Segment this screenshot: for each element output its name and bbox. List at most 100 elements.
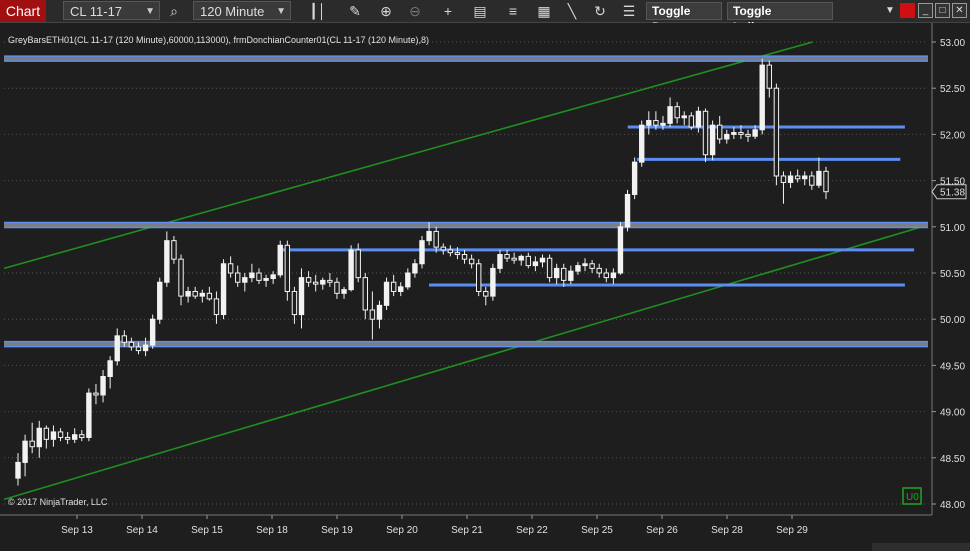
candle-body — [568, 270, 574, 281]
candle-body — [36, 427, 42, 448]
candle-body — [816, 170, 822, 186]
close-button[interactable]: ✕ — [952, 3, 967, 18]
candle-body — [100, 375, 106, 396]
candle-body — [93, 392, 99, 396]
candle-body — [603, 272, 609, 279]
drawing-tools-icon[interactable]: ╲ — [562, 1, 582, 21]
candle-body — [532, 261, 539, 267]
candle-body — [646, 120, 652, 126]
crosshair-icon[interactable]: + — [438, 1, 458, 21]
candle-body — [64, 436, 71, 440]
list-icon[interactable]: ☰ — [619, 1, 639, 21]
candle-body — [511, 257, 517, 261]
instrument-selector[interactable]: CL 11-17 ▼ — [63, 1, 160, 20]
copyright: © 2017 NinjaTrader, LLC — [8, 497, 108, 507]
zoom-in-icon[interactable]: ⊕ — [376, 1, 396, 21]
candle-body — [57, 431, 64, 438]
candle-body — [149, 318, 156, 346]
candle-body — [398, 286, 404, 292]
candle-body — [249, 272, 255, 279]
x-tick-label: Sep 19 — [321, 525, 353, 536]
y-tick-label: 49.50 — [940, 361, 965, 372]
chevron-down-icon: ▼ — [276, 6, 286, 17]
last-price-label: 51.38 — [940, 188, 965, 199]
candle-body — [589, 263, 595, 269]
candle-body — [206, 292, 213, 300]
candle-body — [752, 129, 758, 137]
candle-body — [320, 279, 326, 285]
candle-body — [426, 230, 432, 242]
chart-toolbar: Chart CL 11-17 ▼ ⌕ 120 Minute ▼ ┃│ ✎ ⊕ ⊖… — [0, 0, 970, 34]
candle-body — [256, 272, 262, 281]
search-icon[interactable]: ⌕ — [164, 1, 184, 21]
candle-body — [298, 277, 305, 316]
x-tick-label: Sep 18 — [256, 525, 288, 536]
x-tick-label: Sep 13 — [61, 525, 93, 536]
x-tick-label: Sep 21 — [451, 525, 483, 536]
candle-body — [794, 175, 801, 180]
chevron-down-icon: ▼ — [145, 6, 155, 17]
candle-body — [291, 290, 298, 316]
candle-body — [653, 120, 659, 126]
candle-body — [270, 274, 276, 280]
color-swatch[interactable] — [900, 3, 915, 18]
candle-body — [802, 175, 808, 180]
instrument-value: CL 11-17 — [70, 4, 123, 19]
candle-body — [327, 279, 333, 283]
chart-tab[interactable]: Chart — [0, 0, 46, 22]
strategies-icon[interactable]: ▦ — [534, 1, 554, 21]
candle-body — [582, 263, 588, 267]
candle-body — [639, 124, 645, 163]
candle-body — [681, 115, 687, 119]
candle-body — [334, 281, 340, 294]
interval-selector[interactable]: 120 Minute ▼ — [193, 1, 291, 20]
candle-body — [348, 249, 354, 291]
toggle-indicators-button[interactable]: Toggle Indicators — [727, 2, 833, 34]
candle-body — [483, 290, 489, 297]
price-chart[interactable]: 53.0052.5052.0051.5051.0050.5050.0049.50… — [0, 23, 970, 551]
candle-body — [433, 230, 439, 248]
candle-body — [107, 360, 113, 377]
candle-body — [624, 193, 631, 228]
y-tick-label: 52.50 — [940, 84, 965, 95]
interval-value: 120 Minute — [200, 4, 265, 19]
candle-body — [724, 133, 730, 140]
candle-body — [263, 278, 269, 281]
minimize-button[interactable]: _ — [918, 3, 933, 18]
candle-body — [135, 346, 142, 352]
candle-body — [29, 440, 35, 448]
zoom-out-icon[interactable]: ⊖ — [405, 1, 425, 21]
candle-body — [405, 272, 411, 288]
properties-icon[interactable]: ≡ — [503, 1, 523, 21]
candle-body — [277, 244, 283, 276]
chevron-down-icon[interactable]: ▼ — [880, 1, 900, 21]
reload-icon[interactable]: ↻ — [590, 1, 610, 21]
candle-body — [185, 290, 191, 297]
x-tick-label: Sep 25 — [581, 525, 613, 536]
candle-body — [390, 281, 397, 292]
candle-body — [709, 124, 716, 156]
candle-body — [355, 249, 361, 279]
data-box-icon[interactable]: ▤ — [470, 1, 490, 21]
candle-body — [213, 298, 220, 316]
scrollbar[interactable] — [872, 543, 970, 551]
candle-body — [220, 263, 227, 316]
maximize-button[interactable]: □ — [935, 3, 950, 18]
candle-body — [412, 263, 418, 274]
candle-body — [22, 440, 28, 463]
candle-body — [376, 304, 383, 320]
toggle-draw-button[interactable]: Toggle Draw — [646, 2, 722, 34]
candle-body — [192, 290, 198, 297]
candle-body — [575, 265, 581, 272]
candle-body — [745, 133, 751, 137]
candle-body — [312, 281, 319, 285]
bars-style-icon[interactable]: ┃│ — [308, 1, 328, 21]
x-tick-label: Sep 14 — [126, 525, 158, 536]
pencil-icon[interactable]: ✎ — [345, 1, 365, 21]
candle-body — [490, 267, 496, 297]
x-tick-label: Sep 22 — [516, 525, 548, 536]
candle-body — [539, 257, 546, 263]
y-tick-label: 50.50 — [940, 269, 965, 280]
x-tick-label: Sep 29 — [776, 525, 808, 536]
candle-body — [468, 258, 475, 265]
